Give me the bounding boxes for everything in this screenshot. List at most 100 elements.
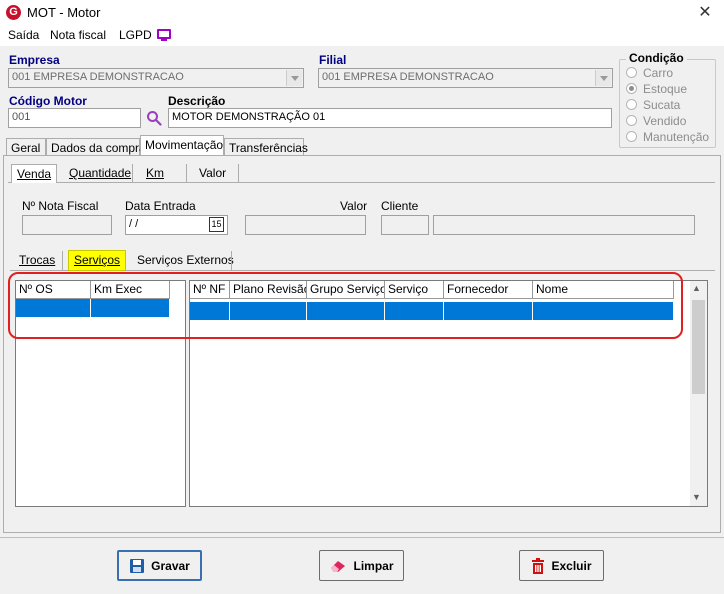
- radio-carro[interactable]: Carro: [626, 66, 673, 80]
- radio-label: Sucata: [643, 98, 681, 112]
- subtab-sep: [231, 251, 232, 270]
- table-cell[interactable]: [230, 302, 307, 320]
- excluir-label: Excluir: [551, 558, 592, 573]
- scroll-down-icon[interactable]: ▼: [692, 492, 701, 502]
- radio-manutencao[interactable]: Manutenção: [626, 130, 709, 144]
- app-logo-icon: G: [6, 5, 21, 20]
- tab-movimentacao[interactable]: Movimentação: [140, 135, 224, 156]
- table-cell[interactable]: [16, 299, 91, 317]
- subtab-sep: [186, 164, 187, 182]
- cliente-label: Cliente: [381, 199, 419, 213]
- monitor-icon[interactable]: [157, 29, 171, 39]
- column-header-os[interactable]: Nº OS: [16, 281, 91, 299]
- subtab-km-label: Km: [146, 166, 164, 180]
- filial-label: Filial: [319, 53, 347, 67]
- cliente-code-input[interactable]: [381, 215, 429, 235]
- radio-circle: [626, 99, 637, 110]
- scrollbar-thumb[interactable]: [692, 300, 705, 394]
- subtab-venda-label: Venda: [17, 167, 52, 181]
- radio-label: Vendido: [643, 114, 687, 128]
- filial-select[interactable]: 001 EMPRESA DEMONSTRACAO: [318, 68, 613, 88]
- chevron-down-icon[interactable]: [595, 70, 611, 86]
- monitor-stand: [161, 39, 167, 41]
- title-bar: [0, 0, 724, 27]
- nota-fiscal-label: Nº Nota Fiscal: [22, 199, 99, 213]
- radio-label: Carro: [643, 66, 674, 80]
- subtab-sep: [62, 251, 63, 270]
- eraser-icon: [331, 560, 346, 572]
- limpar-button[interactable]: Limpar: [319, 550, 404, 581]
- excluir-button[interactable]: Excluir: [519, 550, 604, 581]
- os-grid[interactable]: Nº OS Km Exec: [15, 280, 186, 507]
- radio-estoque[interactable]: Estoque: [626, 82, 687, 96]
- radio-circle: [626, 67, 637, 78]
- gravar-button[interactable]: Gravar: [117, 550, 202, 581]
- save-icon: [130, 558, 145, 573]
- menu-bar: [0, 26, 724, 46]
- tab-transferencias[interactable]: Transferências: [224, 138, 308, 156]
- tab-trocas-label: Trocas: [19, 253, 56, 267]
- calendar-icon[interactable]: 15: [209, 217, 224, 232]
- column-header-nome[interactable]: Nome: [533, 281, 674, 299]
- tab-dados-da-compra[interactable]: Dados da compra: [46, 138, 146, 156]
- condicao-label: Condição: [626, 51, 687, 65]
- radio-circle: [626, 115, 637, 126]
- radio-circle: [626, 131, 637, 142]
- scroll-up-icon[interactable]: ▲: [692, 283, 701, 293]
- column-header-plano-revisao[interactable]: Plano Revisão: [230, 281, 307, 299]
- menu-lgpd[interactable]: LGPD: [119, 28, 152, 42]
- descricao-label: Descrição: [168, 94, 226, 108]
- codigo-motor-input[interactable]: 001: [8, 108, 141, 128]
- cliente-name-input[interactable]: [433, 215, 695, 235]
- column-header-fornecedor[interactable]: Fornecedor: [444, 281, 533, 299]
- data-entrada-label: Data Entrada: [125, 199, 196, 213]
- radio-vendido[interactable]: Vendido: [626, 114, 686, 128]
- column-header-nf[interactable]: Nº NF: [190, 281, 230, 299]
- subtab-valor[interactable]: Valor: [194, 164, 231, 184]
- codigo-motor-label: Código Motor: [9, 94, 87, 108]
- valor-input[interactable]: [245, 215, 366, 235]
- gravar-label: Gravar: [151, 558, 190, 573]
- data-entrada-value: / /: [129, 218, 139, 230]
- subtab-km[interactable]: Km: [141, 164, 169, 184]
- radio-circle: [626, 83, 637, 94]
- descricao-input[interactable]: MOTOR DEMONSTRAÇÃO 01: [168, 108, 612, 128]
- chevron-down-icon[interactable]: [286, 70, 302, 86]
- servicos-grid[interactable]: Nº NF Plano Revisão Grupo Serviço Serviç…: [189, 280, 708, 507]
- table-cell[interactable]: [444, 302, 533, 320]
- window-title: MOT - Motor: [27, 5, 101, 20]
- tab-servicos-label: Serviços: [74, 253, 121, 267]
- table-cell[interactable]: [385, 302, 444, 320]
- empresa-select[interactable]: 001 EMPRESA DEMONSTRACAO: [8, 68, 304, 88]
- empresa-label: Empresa: [9, 53, 60, 67]
- column-header-servico[interactable]: Serviço: [385, 281, 444, 299]
- tab-servicos[interactable]: Serviços: [68, 250, 127, 271]
- radio-label: Estoque: [643, 82, 688, 96]
- valor-label: Valor: [340, 199, 368, 213]
- subtab-venda[interactable]: Venda: [11, 164, 58, 183]
- tab-geral[interactable]: Geral: [6, 138, 46, 156]
- tab-servicos-externos[interactable]: Serviços Externos: [132, 251, 239, 271]
- search-icon[interactable]: [146, 110, 162, 126]
- menu-nota-fiscal[interactable]: Nota fiscal: [50, 28, 106, 42]
- nota-fiscal-input[interactable]: [22, 215, 112, 235]
- column-header-km-exec[interactable]: Km Exec: [91, 281, 170, 299]
- close-icon[interactable]: ✕: [690, 1, 720, 25]
- trash-icon: [532, 557, 545, 574]
- footer-divider: [0, 537, 724, 538]
- subtab-quantidade-label: Quantidade: [69, 166, 132, 180]
- menu-saida[interactable]: Saída: [8, 28, 39, 42]
- empresa-value: 001 EMPRESA DEMONSTRACAO: [12, 71, 184, 83]
- table-cell[interactable]: [533, 302, 674, 320]
- subtab-sep: [132, 164, 133, 182]
- column-header-grupo-servico[interactable]: Grupo Serviço: [307, 281, 385, 299]
- subtab-valor-label: Valor: [199, 166, 227, 180]
- radio-sucata[interactable]: Sucata: [626, 98, 680, 112]
- subtab-sep: [238, 164, 239, 182]
- table-cell[interactable]: [190, 302, 230, 320]
- table-cell[interactable]: [307, 302, 385, 320]
- table-cell[interactable]: [91, 299, 170, 317]
- tab-trocas[interactable]: Trocas: [14, 251, 60, 271]
- filial-value: 001 EMPRESA DEMONSTRACAO: [322, 71, 494, 83]
- subtab-quantidade[interactable]: Quantidade: [64, 164, 136, 184]
